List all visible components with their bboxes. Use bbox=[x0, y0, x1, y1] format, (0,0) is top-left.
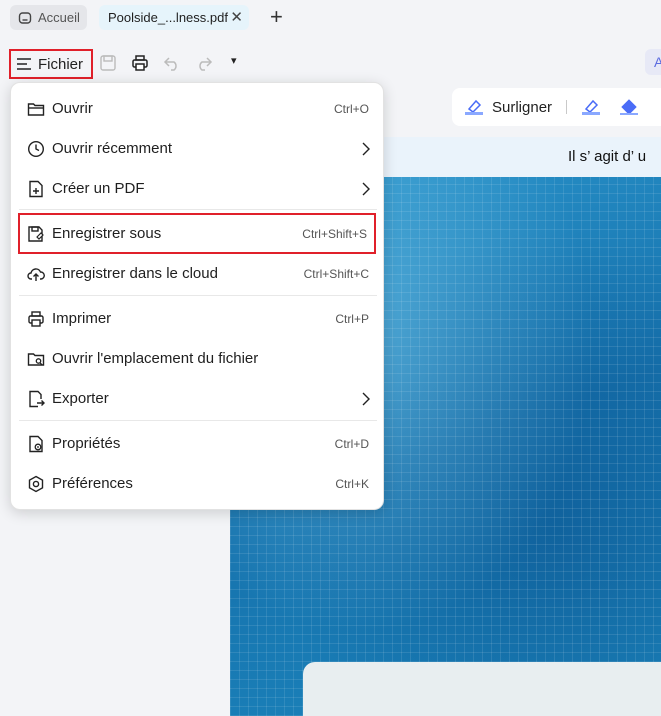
menu-item-label: Préférences bbox=[52, 475, 133, 492]
menu-item-label: Ouvrir bbox=[52, 100, 93, 117]
highlight-label[interactable]: Surligner bbox=[492, 99, 552, 116]
chevron-right-icon bbox=[362, 182, 370, 196]
save-as-icon bbox=[28, 226, 44, 242]
menu-item-shortcut: Ctrl+K bbox=[335, 477, 369, 491]
menu-item-shortcut: Ctrl+D bbox=[334, 437, 369, 451]
folder-open-icon bbox=[27, 103, 45, 116]
hamburger-icon bbox=[17, 58, 31, 70]
home-icon bbox=[18, 11, 32, 24]
printer-icon bbox=[28, 311, 44, 327]
tab-home-label: Accueil bbox=[38, 10, 80, 25]
menu-item-label: Exporter bbox=[52, 390, 109, 407]
folder-location-icon bbox=[27, 353, 45, 366]
ai-button[interactable]: A bbox=[645, 49, 661, 75]
properties-icon bbox=[29, 435, 43, 453]
tab-bar: Accueil Poolside_...lness.pdf ✕ + bbox=[0, 0, 661, 36]
menu-item-label: Enregistrer sous bbox=[52, 225, 162, 242]
menu-item-open-file-location[interactable]: Ouvrir l'emplacement du fichier bbox=[11, 339, 385, 379]
more-dropdown-icon[interactable]: ▾ bbox=[231, 54, 237, 67]
redo-icon[interactable] bbox=[195, 54, 213, 72]
file-menu-button[interactable]: Fichier bbox=[9, 49, 93, 79]
menu-separator bbox=[19, 209, 377, 210]
menu-item-label: Ouvrir l'emplacement du fichier bbox=[52, 350, 259, 367]
preferences-icon bbox=[28, 475, 44, 493]
chevron-right-icon bbox=[362, 142, 370, 156]
menu-item-shortcut: Ctrl+Shift+S bbox=[302, 227, 367, 241]
menu-item-shortcut: Ctrl+O bbox=[333, 102, 369, 116]
undo-icon[interactable] bbox=[163, 54, 181, 72]
menu-item-open-recent[interactable]: Ouvrir récemment bbox=[11, 129, 385, 169]
cloud-upload-icon bbox=[27, 268, 45, 281]
menu-item-print[interactable]: Imprimer Ctrl+P bbox=[11, 299, 385, 339]
page-card bbox=[303, 662, 661, 716]
separator bbox=[566, 100, 568, 114]
menu-item-open[interactable]: Ouvrir Ctrl+O bbox=[11, 89, 385, 129]
tab-document[interactable]: Poolside_...lness.pdf ✕ bbox=[99, 5, 249, 30]
menu-item-label: Imprimer bbox=[52, 310, 112, 327]
menu-item-shortcut: Ctrl+P bbox=[335, 312, 369, 326]
menu-item-create-pdf[interactable]: Créer un PDF bbox=[11, 169, 385, 209]
menu-separator bbox=[19, 295, 377, 296]
print-icon[interactable] bbox=[131, 54, 149, 72]
eraser-icon[interactable] bbox=[619, 98, 639, 116]
create-pdf-icon bbox=[29, 180, 43, 198]
menu-item-label: Ouvrir récemment bbox=[52, 140, 173, 157]
menu-item-export[interactable]: Exporter bbox=[11, 379, 385, 419]
highlighter-area-icon[interactable] bbox=[581, 98, 601, 116]
export-icon bbox=[29, 390, 45, 408]
save-icon[interactable] bbox=[99, 54, 117, 72]
menu-item-label: Propriétés bbox=[52, 435, 121, 452]
menu-item-save-as[interactable]: Enregistrer sous Ctrl+Shift+S bbox=[18, 213, 376, 254]
tab-home[interactable]: Accueil bbox=[10, 5, 87, 30]
menu-item-label: Enregistrer dans le cloud bbox=[52, 265, 218, 282]
menu-item-preferences[interactable]: Préférences Ctrl+K bbox=[11, 464, 385, 504]
new-tab-button[interactable]: + bbox=[270, 6, 283, 28]
menu-separator bbox=[19, 420, 377, 421]
chevron-right-icon bbox=[362, 392, 370, 406]
file-menu-dropdown: Ouvrir Ctrl+O Ouvrir récemment Créer un … bbox=[10, 82, 384, 510]
menu-item-label: Créer un PDF bbox=[52, 180, 145, 197]
menu-item-properties[interactable]: Propriétés Ctrl+D bbox=[11, 424, 385, 464]
file-menu-label: Fichier bbox=[38, 55, 84, 73]
toolbar: Fichier ▾ A bbox=[0, 36, 661, 86]
annotation-toolbar: Surligner bbox=[452, 88, 661, 126]
clock-icon bbox=[27, 140, 45, 158]
close-tab-icon[interactable]: ✕ bbox=[230, 8, 243, 26]
tab-document-label: Poolside_...lness.pdf bbox=[108, 10, 228, 25]
highlighter-icon[interactable] bbox=[464, 98, 484, 116]
menu-item-save-to-cloud[interactable]: Enregistrer dans le cloud Ctrl+Shift+C bbox=[11, 254, 385, 294]
menu-item-shortcut: Ctrl+Shift+C bbox=[303, 267, 369, 281]
